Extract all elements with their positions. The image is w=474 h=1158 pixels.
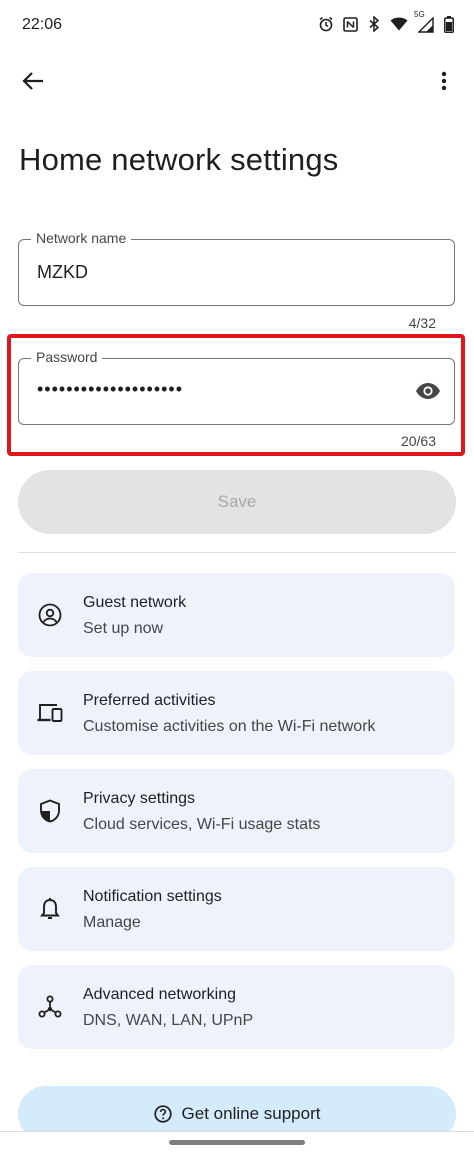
gesture-nav-handle[interactable] bbox=[169, 1140, 305, 1145]
show-password-button[interactable] bbox=[414, 379, 442, 403]
top-app-bar bbox=[0, 56, 474, 104]
password-field[interactable]: Password •••••••••••••••••••• bbox=[18, 349, 455, 425]
page-title: Home network settings bbox=[19, 142, 339, 177]
signal-icon: 5G bbox=[414, 10, 436, 33]
status-icons: 5G bbox=[318, 10, 454, 33]
network-name-value[interactable]: MZKD bbox=[37, 262, 88, 283]
card-subtitle: Customise activities on the Wi-Fi networ… bbox=[83, 718, 376, 735]
card-guest-network[interactable]: Guest network Set up now bbox=[18, 573, 455, 657]
card-notification-settings[interactable]: Notification settings Manage bbox=[18, 867, 455, 951]
more-options-button[interactable] bbox=[432, 66, 456, 96]
card-title: Advanced networking bbox=[83, 986, 236, 1003]
status-bar: 22:06 5G bbox=[0, 0, 474, 50]
save-button[interactable]: Save bbox=[18, 470, 456, 534]
battery-icon bbox=[444, 15, 454, 33]
network-type-label: 5G bbox=[414, 10, 425, 19]
help-circle-icon bbox=[153, 1105, 172, 1123]
card-privacy-settings[interactable]: Privacy settings Cloud services, Wi-Fi u… bbox=[18, 769, 455, 853]
password-value[interactable]: •••••••••••••••••••• bbox=[37, 379, 183, 400]
card-subtitle: Manage bbox=[83, 914, 141, 931]
bluetooth-icon bbox=[366, 15, 382, 33]
network-hub-icon bbox=[37, 994, 63, 1020]
bell-icon bbox=[37, 896, 63, 922]
network-name-label: Network name bbox=[31, 230, 132, 246]
more-vert-icon bbox=[441, 71, 447, 91]
nfc-icon bbox=[342, 15, 358, 33]
card-preferred-activities[interactable]: Preferred activities Customise activitie… bbox=[18, 671, 455, 755]
support-label: Get online support bbox=[181, 1104, 321, 1123]
account-circle-icon bbox=[37, 602, 63, 628]
card-subtitle: DNS, WAN, LAN, UPnP bbox=[83, 1012, 254, 1029]
card-subtitle: Cloud services, Wi-Fi usage stats bbox=[83, 816, 321, 833]
devices-icon bbox=[37, 700, 63, 726]
status-time: 22:06 bbox=[22, 16, 63, 33]
network-name-field[interactable]: Network name MZKD bbox=[18, 230, 455, 306]
password-counter: 20/63 bbox=[400, 433, 436, 449]
back-button[interactable] bbox=[18, 66, 48, 96]
network-name-counter: 4/32 bbox=[408, 315, 436, 331]
eye-icon bbox=[416, 383, 440, 399]
card-subtitle: Set up now bbox=[83, 620, 164, 637]
card-title: Guest network bbox=[83, 594, 187, 611]
wifi-icon bbox=[390, 15, 408, 33]
password-label: Password bbox=[31, 349, 103, 365]
shield-icon bbox=[37, 798, 63, 824]
card-title: Notification settings bbox=[83, 888, 222, 905]
card-title: Preferred activities bbox=[83, 692, 216, 709]
arrow-back-icon bbox=[22, 72, 43, 90]
card-advanced-networking[interactable]: Advanced networking DNS, WAN, LAN, UPnP bbox=[18, 965, 455, 1049]
card-title: Privacy settings bbox=[83, 790, 196, 807]
alarm-icon bbox=[318, 15, 334, 33]
divider bbox=[18, 552, 456, 553]
